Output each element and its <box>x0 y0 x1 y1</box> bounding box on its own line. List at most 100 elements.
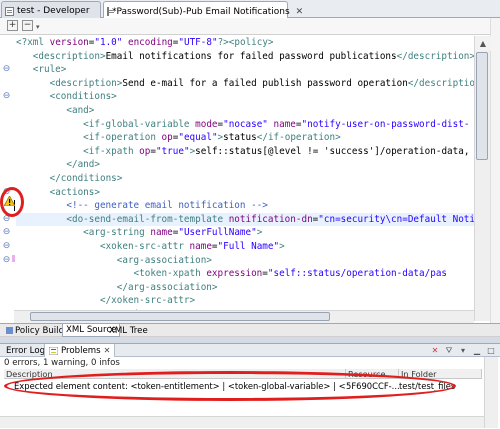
editor-vertical-scroll-thumb[interactable] <box>476 52 488 160</box>
code-line[interactable]: <token-xpath expression="self::status/op… <box>16 267 490 281</box>
fold-toggle-icon[interactable]: ⊖ <box>2 255 11 265</box>
code-token: </and> <box>66 159 100 171</box>
code-token: ?><policy> <box>217 37 274 48</box>
code-line[interactable]: <description>Send e-mail for a failed pu… <box>16 77 490 91</box>
toolbar-dropdown-icon[interactable]: ▾ <box>36 23 40 31</box>
code-token: > <box>279 240 285 252</box>
code-token: name <box>150 227 173 239</box>
code-line[interactable]: <arg-string name="UserFullName"> <box>16 226 490 240</box>
code-token: <arg-string <box>83 227 151 239</box>
code-token: "self::status/operation-data/pas <box>267 268 448 280</box>
code-line[interactable]: </xoken-src-attr> <box>16 294 490 308</box>
code-token: Email notifications for failed password … <box>105 50 397 62</box>
code-token: <xoken-src-attr <box>99 240 190 252</box>
code-token: "1.0" <box>94 37 123 48</box>
code-token: <!-- generate email notification --> <box>66 200 268 212</box>
minimize-view-icon[interactable]: ▁ <box>472 346 482 355</box>
filter-icon[interactable]: ⛛ <box>444 346 454 355</box>
code-token: </xoken-src-attr> <box>99 295 196 307</box>
fold-toggle-icon[interactable]: ⊖ <box>2 65 11 74</box>
problems-summary: 0 errors, 1 warning, 0 infos <box>4 358 120 368</box>
change-marker <box>12 255 15 262</box>
code-line[interactable]: </arg-association> <box>16 281 490 295</box>
code-area[interactable]: <?xml version="1.0" encoding="UTF-8"?><p… <box>16 36 490 322</box>
code-line[interactable]: <conditions> <box>16 90 490 104</box>
annotation-circle-problem-row <box>4 371 456 401</box>
maximize-view-icon[interactable]: □ <box>486 346 496 355</box>
code-line[interactable]: <if-xpath op="true">self::status[@level … <box>16 145 490 159</box>
code-token: </if-operation> <box>256 132 341 144</box>
code-token: </conditions> <box>49 172 123 184</box>
xml-file-icon <box>5 6 14 16</box>
folding-ruler: ⊖⊖⊖⊖⊖⊖⊖⊖ <box>0 36 13 322</box>
code-line[interactable]: <if-operation op="equal">status</if-oper… <box>16 131 490 145</box>
code-token: version <box>49 37 89 48</box>
policy-file-icon <box>107 7 114 16</box>
fold-toggle-icon[interactable]: ⊖ <box>2 242 11 251</box>
tab-problems[interactable]: Problems ✕ <box>44 344 116 357</box>
code-token: self::status[@level != 'success']/operat… <box>195 145 470 157</box>
tab-label: Error Log <box>6 345 46 356</box>
code-line[interactable]: <if-global-variable mode="nocase" name="… <box>16 118 490 132</box>
code-token: <and> <box>66 104 95 116</box>
code-token: > <box>256 227 263 239</box>
view-menu-icon[interactable]: ▾ <box>458 346 468 355</box>
code-token: <if-global-variable <box>83 118 196 130</box>
code-line[interactable]: <description>Email notifications for fai… <box>16 50 490 64</box>
code-line[interactable]: <?xml version="1.0" encoding="UTF-8"?><p… <box>16 36 490 50</box>
code-token: </arg-association> <box>116 281 218 293</box>
code-token: <description> <box>49 77 123 89</box>
code-token: "nocase" <box>223 118 268 130</box>
problems-vertical-scrollbar[interactable] <box>484 357 498 428</box>
code-line[interactable]: <rule> <box>16 63 490 77</box>
code-token: "true" <box>155 145 190 157</box>
code-line[interactable]: <do-send-email-from-template notificatio… <box>16 212 490 227</box>
code-token: "Full Name" <box>217 240 280 252</box>
problems-icon <box>49 346 58 355</box>
code-token: op <box>161 132 173 144</box>
code-line[interactable]: <actions> <box>16 186 490 200</box>
overview-ruler <box>490 18 500 323</box>
clear-icon[interactable]: ✕ <box>430 346 440 355</box>
code-line[interactable]: </and> <box>16 158 490 172</box>
code-line[interactable]: <xoken-src-attr name="Full Name"> <box>16 240 490 254</box>
code-token: </description> <box>396 50 475 62</box>
code-line[interactable]: <!-- generate email notification --> <box>16 199 490 213</box>
code-line[interactable]: </conditions> <box>16 172 490 186</box>
code-token: <if-operation <box>83 132 162 144</box>
code-token: expression <box>206 268 263 280</box>
code-token: notification-dn <box>228 213 313 225</box>
editor-horizontal-scroll-thumb[interactable] <box>30 312 330 321</box>
tab-error-log[interactable]: Error Log <box>2 344 49 357</box>
code-token: <arg-association> <box>116 254 212 266</box>
close-view-icon[interactable]: ✕ <box>104 346 111 355</box>
collapse-all-button[interactable]: − <box>22 20 33 31</box>
code-line[interactable]: <and> <box>16 104 490 118</box>
fold-toggle-icon[interactable]: ⊖ <box>2 92 11 101</box>
editor-tab-password-notifications[interactable]: *Password(Sub)-Pub Email Notifications ✕ <box>103 1 303 19</box>
editor-tab-label: test - Developer <box>17 6 90 16</box>
xml-source-editor[interactable]: ⊖⊖⊖⊖⊖⊖⊖⊖ <?xml version="1.0" encoding="U… <box>0 36 490 322</box>
problems-horizontal-scrollbar[interactable] <box>0 416 484 428</box>
code-token: <description> <box>32 50 106 62</box>
editor-tab-test-developer[interactable]: test - Developer <box>1 1 101 18</box>
fold-toggle-icon[interactable]: ⊖ <box>2 228 11 237</box>
scroll-up-icon[interactable]: ▲ <box>475 36 491 51</box>
tab-xml-tree[interactable]: XML Tree <box>106 324 151 337</box>
code-token: <do-send-email-from-template <box>66 213 229 225</box>
close-tab-icon[interactable]: ✕ <box>296 7 304 17</box>
code-token: <conditions> <box>49 91 117 103</box>
code-line[interactable]: <arg-association> <box>16 254 490 268</box>
code-token: mode <box>195 118 218 130</box>
expand-all-button[interactable]: + <box>7 20 18 31</box>
code-token: "UTF-8" <box>178 37 218 48</box>
